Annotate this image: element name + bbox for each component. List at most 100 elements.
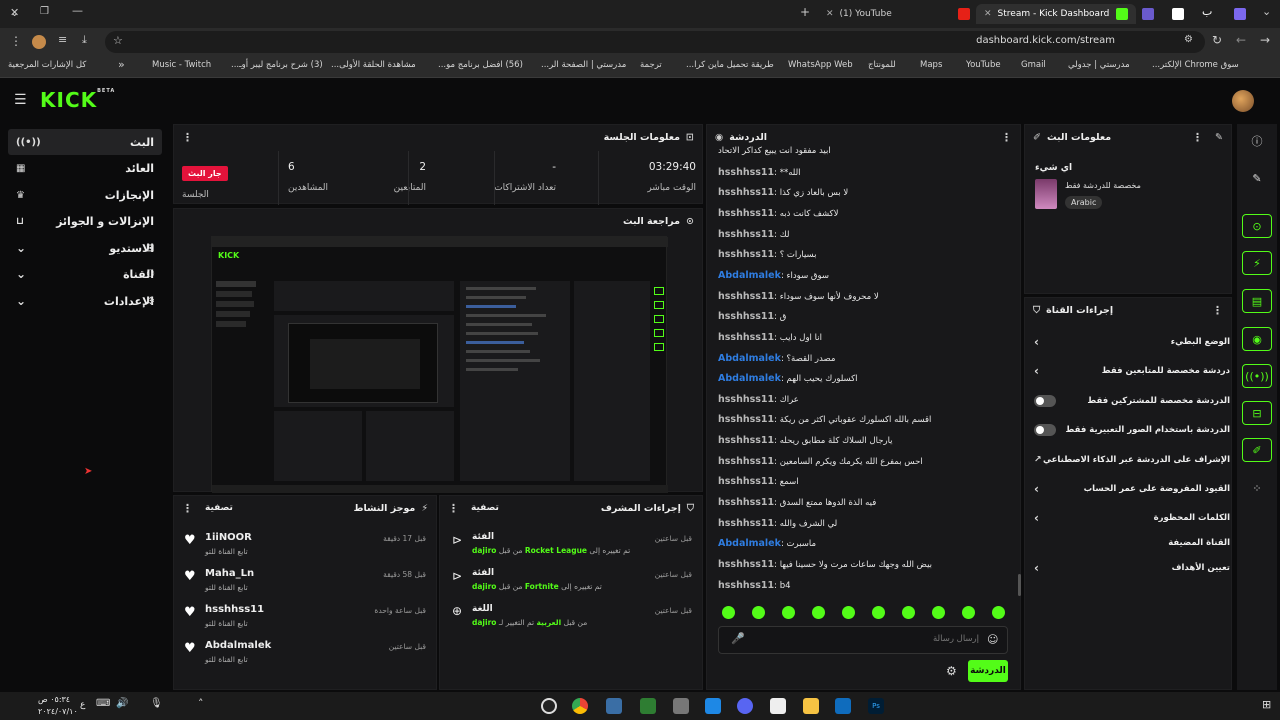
taskbar-language[interactable]: ع — [80, 700, 85, 710]
chat-input[interactable]: ☺ إرسال رسالة 🎤 — [718, 626, 1008, 654]
emote-icon[interactable] — [752, 606, 765, 619]
camera-rail-icon[interactable]: ⊙ — [1242, 214, 1272, 238]
bookmark-all[interactable]: كل الإشارات المرجعية — [8, 60, 86, 70]
action-host-channel[interactable]: القناة المضيفة — [1030, 533, 1230, 553]
chevron-down-icon[interactable]: ⌄ — [16, 241, 26, 255]
action-account-age[interactable]: القيود المفروضة على عمر الحساب › — [1030, 479, 1230, 499]
nav-stream[interactable]: البث ((•)) — [8, 129, 162, 155]
back-icon[interactable]: ← — [1236, 33, 1246, 47]
filter-button[interactable]: تصفية — [471, 503, 499, 513]
activity-user[interactable]: 1iiNOOR — [205, 532, 252, 543]
chevron-down-icon[interactable]: ⌄ — [16, 294, 26, 308]
nav-settings[interactable]: الإعدادات ⌄ ⚙ — [8, 288, 162, 314]
edit-pencil-icon[interactable]: ✎ — [1215, 132, 1223, 143]
emoji-icon[interactable]: ☺ — [987, 633, 998, 646]
windows-start-icon[interactable]: ⊞ — [1262, 698, 1271, 711]
bookmark-episode[interactable]: مشاهدة الحلقة الأولى... — [331, 60, 416, 70]
chat-username[interactable]: hsshhss11 — [718, 229, 774, 240]
add-widget-rail-icon[interactable]: ⁘ — [1242, 476, 1272, 500]
more-options-icon[interactable]: ⋮ — [1001, 131, 1012, 144]
subscribers-only-toggle[interactable] — [1034, 395, 1056, 407]
chat-scrollbar[interactable] — [1018, 574, 1021, 596]
chevron-right-icon[interactable]: › — [1034, 511, 1039, 525]
more-options-icon[interactable]: ⋮ — [182, 502, 193, 515]
action-ai-moderation[interactable]: الإشراف على الدردشة عبر الذكاء الاصطناعي… — [1030, 450, 1230, 470]
external-link-icon[interactable]: ↗ — [1034, 455, 1042, 465]
chat-username[interactable]: hsshhss11 — [718, 476, 774, 487]
bookmark-chrome-store[interactable]: سوق Chrome الإلكتر... — [1152, 60, 1239, 70]
emotes-only-toggle[interactable] — [1034, 424, 1056, 436]
restore-icon[interactable]: ❐ — [40, 6, 49, 17]
tray-expand-icon[interactable]: ˄ — [198, 697, 204, 710]
bookmark-gmail[interactable]: Gmail — [1021, 60, 1046, 70]
profile-icon[interactable] — [32, 35, 46, 49]
url-field[interactable]: ☆ dashboard.kick.com/stream ⚙ — [105, 31, 1205, 53]
emote-icon[interactable] — [992, 606, 1005, 619]
volume-icon[interactable]: 🔊 — [116, 698, 128, 709]
extension-v-icon[interactable] — [1142, 8, 1154, 20]
discord-icon[interactable] — [737, 698, 753, 714]
action-set-goals[interactable]: تعيين الأهداف › — [1030, 558, 1230, 578]
chat-username[interactable]: hsshhss11 — [718, 559, 774, 570]
emote-icon[interactable] — [932, 606, 945, 619]
shield-app-icon[interactable] — [705, 698, 721, 714]
bookmark-best-program[interactable]: (56) افضل برنامج مو... — [438, 60, 523, 70]
nav-channel[interactable]: القناة ⌄ ⚇ — [8, 261, 162, 287]
extension-b-icon[interactable] — [1172, 8, 1184, 20]
info-rail-icon[interactable]: ⓘ — [1242, 129, 1272, 153]
activity-user[interactable]: Abdalmalek — [205, 640, 271, 651]
chat-username[interactable]: Abdalmalek — [718, 353, 781, 364]
microphone-icon[interactable]: 🎤 — [731, 632, 745, 645]
chat-username[interactable]: hsshhss11 — [718, 497, 774, 508]
mod-user[interactable]: dajiro — [472, 546, 496, 555]
chevron-down-icon[interactable]: ⌄ — [16, 267, 26, 281]
site-settings-icon[interactable]: ⚙ — [1184, 34, 1193, 45]
outlook-icon[interactable] — [835, 698, 851, 714]
chevron-right-icon[interactable]: › — [1034, 335, 1039, 349]
menu-icon[interactable]: ⋮ — [10, 34, 22, 48]
chat-username[interactable]: hsshhss11 — [718, 414, 774, 425]
nav-revenue[interactable]: العائد ▦ — [8, 155, 162, 181]
bookmark-whatsapp[interactable]: WhatsApp Web — [788, 60, 853, 70]
chat-username[interactable]: Abdalmalek — [718, 373, 781, 384]
layout-rail-icon[interactable]: ⊟ — [1242, 401, 1272, 425]
chat-username[interactable]: hsshhss11 — [718, 167, 774, 178]
chevron-right-icon[interactable]: › — [1034, 561, 1039, 575]
headset-icon[interactable] — [640, 698, 656, 714]
tab-kick-dashboard[interactable]: ✕ Stream - Kick Dashboard — [976, 4, 1136, 24]
bookmark-libreoffice[interactable]: (3) شرح برنامج ليبر أوـ... — [231, 60, 323, 70]
disk-icon[interactable] — [673, 698, 689, 714]
chat-username[interactable]: hsshhss11 — [718, 249, 774, 260]
chat-username[interactable]: hsshhss11 — [718, 187, 774, 198]
reload-icon[interactable]: ↻ — [1212, 33, 1222, 47]
emote-icon[interactable] — [842, 606, 855, 619]
emote-icon[interactable] — [722, 606, 735, 619]
chat-username[interactable]: Abdalmalek — [718, 270, 781, 281]
tab-list-icon[interactable]: ⌄ — [1262, 5, 1271, 18]
bookmark-youtube[interactable]: YouTube — [966, 60, 1001, 70]
obs-icon[interactable] — [541, 698, 557, 714]
lightning-rail-icon[interactable]: ⚡ — [1242, 251, 1272, 275]
action-emotes-only[interactable]: الدردشة باستخدام الصور التعبيرية فقط — [1030, 420, 1230, 440]
extension-arabic-icon[interactable]: ب — [1202, 5, 1212, 18]
document-rail-icon[interactable]: ▤ — [1242, 289, 1272, 313]
nav-achievements[interactable]: الإنجازات ♛ — [8, 182, 162, 208]
chat-username[interactable]: hsshhss11 — [718, 208, 774, 219]
chat-rail-icon[interactable]: ◉ — [1242, 327, 1272, 351]
kick-logo[interactable]: KICKBETA — [40, 88, 115, 112]
app-icon[interactable] — [606, 698, 622, 714]
more-options-icon[interactable]: ⋮ — [1192, 131, 1203, 144]
chat-settings-icon[interactable]: ⚙ — [946, 664, 957, 678]
edit-rail-icon[interactable]: ✎ — [1242, 166, 1272, 190]
emote-icon[interactable] — [782, 606, 795, 619]
stream-category[interactable]: مخصصة للدردشة فقط — [1065, 181, 1141, 190]
broadcast-rail-icon[interactable]: ((•)) — [1242, 364, 1272, 388]
chat-username[interactable]: hsshhss11 — [718, 580, 774, 591]
emote-icon[interactable] — [962, 606, 975, 619]
more-options-icon[interactable]: ⋮ — [1212, 304, 1223, 317]
emote-icon[interactable] — [812, 606, 825, 619]
tab-youtube[interactable]: ✕ (1) YouTube — [818, 4, 978, 24]
nav-studio[interactable]: الاستديو ⌄ ⊡ — [8, 235, 162, 261]
wrench-rail-icon[interactable]: ✐ — [1242, 438, 1272, 462]
bookmark-schedule[interactable]: مدرستي | جدولي — [1068, 60, 1130, 70]
